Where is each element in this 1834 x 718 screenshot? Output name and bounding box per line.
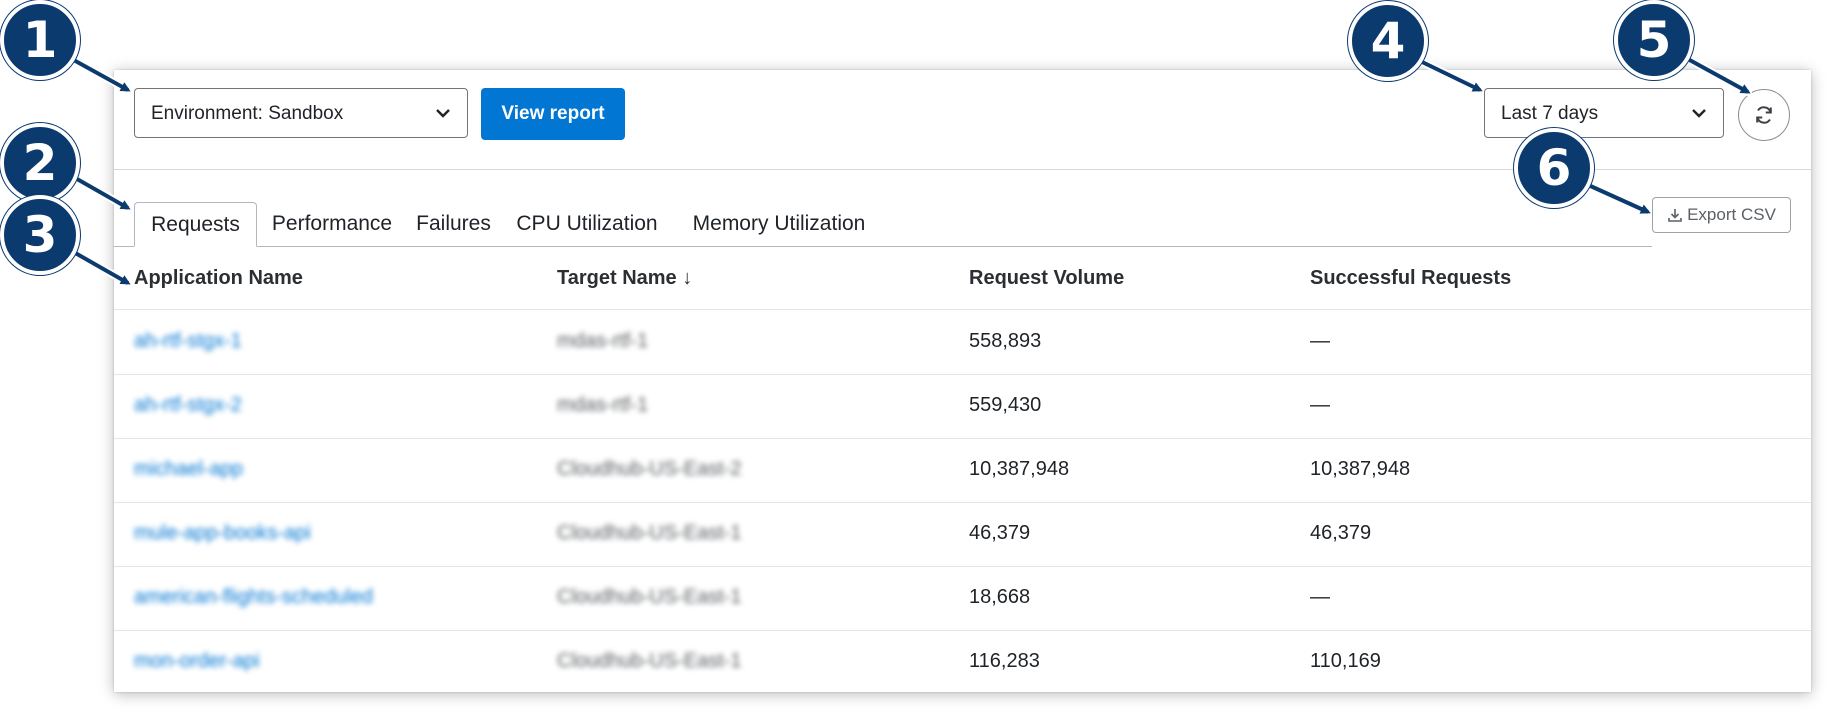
callout-3: 3 (0, 195, 80, 275)
callout-6: 6 (1514, 128, 1594, 208)
callout-5: 5 (1614, 0, 1694, 80)
callout-2: 2 (0, 123, 80, 203)
callout-4: 4 (1348, 1, 1428, 81)
callout-arrows (66, 54, 1752, 287)
callout-1: 1 (0, 0, 80, 80)
